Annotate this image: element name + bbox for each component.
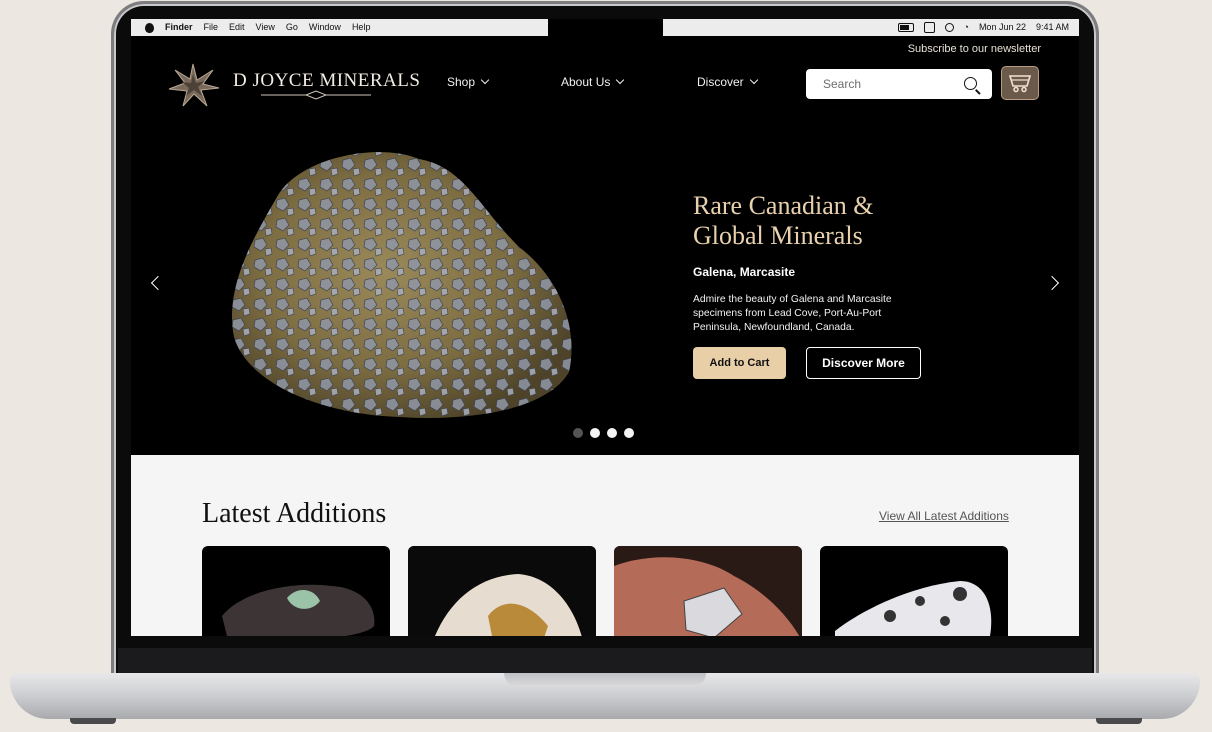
logo-star-icon[interactable] (165, 62, 221, 108)
product-image (614, 546, 802, 636)
menubar-item-edit[interactable]: Edit (229, 21, 245, 34)
menubar-time[interactable]: 9:41 AM (1036, 21, 1069, 34)
carousel-dot[interactable] (590, 428, 600, 438)
menubar-item-file[interactable]: File (204, 21, 219, 34)
screen-notch (548, 19, 663, 36)
product-card[interactable] (408, 546, 596, 636)
carousel-dot[interactable] (624, 428, 634, 438)
carousel-dot[interactable] (607, 428, 617, 438)
product-image (408, 546, 596, 636)
cart-button[interactable] (1001, 66, 1039, 100)
newsletter-link[interactable]: Subscribe to our newsletter (908, 43, 1041, 55)
menubar-item-finder[interactable]: Finder (165, 21, 193, 34)
macos-menubar: Finder File Edit View Go Window Help ◔ M… (131, 19, 1079, 36)
menubar-item-view[interactable]: View (256, 21, 275, 34)
screen: Finder File Edit View Go Window Help ◔ M… (131, 19, 1079, 636)
search-input[interactable] (806, 69, 953, 99)
carousel-dots (573, 428, 634, 438)
spotlight-search-icon[interactable] (944, 23, 954, 32)
laptop-foot-right (1096, 718, 1142, 724)
hero-title: Rare Canadian & Global Minerals (693, 191, 953, 251)
search-icon[interactable] (964, 77, 977, 90)
product-image (835, 581, 992, 636)
latest-additions-section: Latest Additions View All Latest Additio… (131, 455, 1079, 636)
hero-mineral-image (232, 152, 572, 418)
wifi-icon[interactable]: ◔ (964, 21, 969, 34)
chevron-down-icon (616, 75, 625, 85)
nav-discover-label: Discover (697, 75, 744, 89)
latest-additions-title: Latest Additions (202, 498, 387, 529)
carousel-prev-arrow-icon[interactable] (150, 275, 166, 291)
product-card[interactable] (820, 546, 1008, 636)
brand-name[interactable]: D JOYCE MINERALS (233, 70, 420, 92)
search-box (806, 69, 992, 99)
hero-title-line-1: Rare Canadian & (693, 191, 874, 220)
nav-shop-label: Shop (447, 75, 476, 89)
hero-title-line-2: Global Minerals (693, 221, 863, 250)
menubar-item-go[interactable]: Go (286, 21, 298, 34)
control-center-icon[interactable] (923, 22, 935, 33)
menubar-date[interactable]: Mon Jun 22 (979, 21, 1026, 34)
screen-bezel (118, 648, 1092, 674)
laptop-foot-left (70, 718, 116, 724)
nav-shop[interactable]: Shop (447, 75, 490, 89)
battery-icon[interactable] (897, 23, 914, 32)
menubar-item-help[interactable]: Help (352, 21, 371, 34)
nav-discover[interactable]: Discover (697, 75, 758, 89)
discover-more-button[interactable]: Discover More (806, 347, 921, 379)
product-card[interactable] (202, 546, 390, 636)
hero-subtitle: Galena, Marcasite (693, 265, 796, 279)
product-card[interactable] (614, 546, 802, 636)
chevron-down-icon (749, 75, 758, 85)
apple-icon[interactable] (145, 22, 154, 33)
nav-about-label: About Us (561, 75, 611, 89)
carousel-next-arrow-icon[interactable] (1044, 275, 1060, 291)
chevron-down-icon (480, 75, 490, 85)
add-to-cart-button[interactable]: Add to Cart (693, 347, 786, 379)
view-all-latest-link[interactable]: View All Latest Additions (879, 509, 1009, 523)
nav-about-us[interactable]: About Us (561, 75, 625, 89)
hero-description: Admire the beauty of Galena and Marcasit… (693, 294, 892, 333)
product-image (222, 584, 375, 636)
menubar-item-window[interactable]: Window (309, 21, 341, 34)
carousel-dot[interactable] (573, 428, 583, 438)
mine-cart-icon (1008, 75, 1032, 93)
laptop-opening-groove (504, 673, 706, 687)
brand-flourish (261, 90, 371, 100)
